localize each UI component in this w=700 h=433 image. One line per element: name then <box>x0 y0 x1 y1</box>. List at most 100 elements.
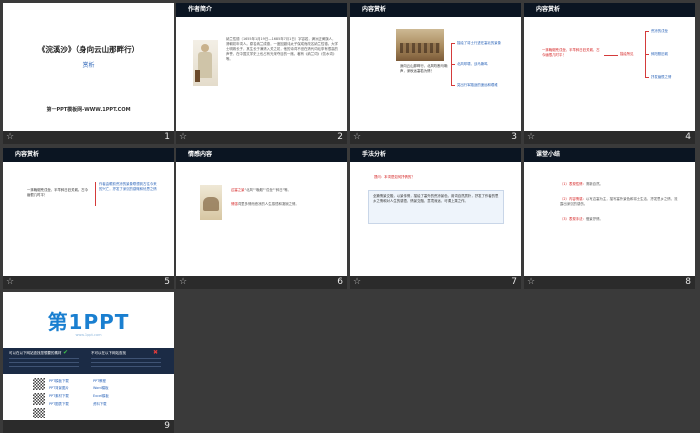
resource-link[interactable]: Word模板 <box>93 386 133 391</box>
slide-number: 4 <box>685 132 691 142</box>
connector-bracket <box>95 182 96 206</box>
slide-number: 5 <box>164 277 170 287</box>
summary-text: 借景抒情。 <box>585 217 603 221</box>
slide-header: 手法分析 <box>362 151 387 158</box>
slide-footer: ☆ 4 <box>524 131 695 144</box>
slide-header-bar: 内容赏析 <box>350 3 521 17</box>
summary-text: 清新自然。 <box>585 182 603 186</box>
slide-preview: 内容赏析 一抹晚烟荒戍垒，半竿斜日旧关城，古今幽恨几时平！ 描绘所见 荒凉的戍垒… <box>524 3 695 131</box>
slide-thumbnail-5[interactable]: 内容赏析 一抹晚烟荒戍垒，半竿斜日旧关城。古今幽恨几时平！ 作者由眼前荒凉的景象… <box>3 148 174 289</box>
qr-code <box>33 393 45 405</box>
slide-number: 2 <box>337 132 343 142</box>
slide-header-bar: 内容赏析 <box>3 148 174 162</box>
connector-line <box>645 31 649 32</box>
connector-line <box>451 43 455 44</box>
slide-thumbnail-8[interactable]: 课堂小结 （1）表现性情：清新自然。 （2）内容情感：以写边塞为主，描写塞外景色… <box>524 148 695 289</box>
poem-caption: 身向云山那畔行，北风吹断马嘶声，深秋远塞若为情！ <box>400 64 448 73</box>
slide-footer: ☆ 7 <box>350 276 521 289</box>
battle-painting-image <box>396 29 444 61</box>
star-icon[interactable]: ☆ <box>527 277 535 288</box>
slide-preview: 情感内容 边塞之景"北风""晚烟""戍垒""斜日"等。 情感词里多情而悲凉的人生… <box>176 148 347 276</box>
analysis-item: 描绘了将士行进在塞北的景象 <box>457 41 502 45</box>
summary-item: （1）表现性情：清新自然。 <box>560 182 680 187</box>
author-bio: 纳兰性德（1655年1月19日—1685年7月1日）字容若，满洲正黄旗人，清朝初… <box>226 37 338 61</box>
group-label: 描绘所见 <box>620 52 634 56</box>
analysis-item: 北风呼啸，战马嘶鸣 <box>457 62 488 66</box>
emotion-line-1: 边塞之景"北风""晚烟""戍垒""斜日"等。 <box>231 188 341 193</box>
slide-header-bar: 课堂小结 <box>524 148 695 162</box>
slide-thumbnail-9[interactable]: 第1PPT www.1ppt.com 可以在以下网站查找您想要的素材 ✔ 不可以… <box>3 292 174 433</box>
analysis-item: 斜阳照旧城 <box>651 52 668 56</box>
emotion-line-2: 情感词里多情而悲凉的人生感悟和凄婉之情。 <box>231 202 341 207</box>
resource-link[interactable]: PPT背景图片 <box>49 386 89 391</box>
slide-title: 《浣溪沙》（身向云山那畔行） <box>37 45 140 54</box>
line-text: "北风""晚烟""戍垒""斜日"等。 <box>244 188 291 192</box>
analysis-text: 作者由眼前荒凉的景象联想到古往今来的兴亡，抒发了深沉的感慨和忧思之情 <box>99 182 157 191</box>
answer-box: 全篇情景交融，以景传情，描绘了塞外的荒凉景色，用词自然质朴，抒发了作者的思乡之情… <box>368 190 504 224</box>
slide-header: 课堂小结 <box>536 151 561 158</box>
qr-code <box>33 408 45 418</box>
check-icon: ✔ <box>63 349 69 356</box>
analysis-item: 荒凉的戍垒 <box>651 29 668 33</box>
slide-header-bar: 作者简介 <box>176 3 347 17</box>
slide-footer-text: 第一PPT模板网-WWW.1PPT.COM <box>46 107 131 113</box>
brand-logo: 第1PPT <box>3 306 174 335</box>
slide-thumbnail-7[interactable]: 手法分析 提问：本词是如何抒情的？ 全篇情景交融，以景传情，描绘了塞外的荒凉景色… <box>350 148 521 289</box>
slide-number: 7 <box>511 277 517 287</box>
summary-label: （1）表现性情： <box>560 182 586 186</box>
info-lines <box>9 358 79 370</box>
slide-footer: ☆ 5 <box>3 276 174 289</box>
portrait-image <box>193 40 218 86</box>
line-label: 边塞之景 <box>231 188 245 192</box>
slide-number: 9 <box>164 421 170 431</box>
resource-link[interactable]: Excel模板 <box>93 394 133 399</box>
slide-thumbnail-1[interactable]: 《浣溪沙》（身向云山那畔行） 赏析 第一PPT模板网-WWW.1PPT.COM … <box>3 3 174 144</box>
connector-line <box>645 54 649 55</box>
resource-link[interactable]: PPT模板下载 <box>49 379 89 384</box>
slide-preview: 第1PPT www.1ppt.com 可以在以下网站查找您想要的素材 ✔ 不可以… <box>3 292 174 420</box>
star-icon[interactable]: ☆ <box>353 277 361 288</box>
connector-line <box>451 85 455 86</box>
resource-link[interactable]: PPT素材下载 <box>49 394 89 399</box>
star-icon[interactable]: ☆ <box>527 132 535 143</box>
summary-item: （3）表现手法：借景抒情。 <box>560 217 680 222</box>
slide-preview: 《浣溪沙》（身向云山那畔行） 赏析 第一PPT模板网-WWW.1PPT.COM <box>3 3 174 131</box>
logo-text: 第1PPT <box>47 310 130 334</box>
star-icon[interactable]: ☆ <box>179 132 187 143</box>
info-right-title: 不可以在以下网站查找 <box>91 351 126 355</box>
star-icon[interactable]: ☆ <box>6 132 14 143</box>
poem-text: 一抹晚烟荒戍垒，半竿斜日旧关城。古今幽恨几时平！ <box>27 188 89 197</box>
slide-footer: ☆ 1 <box>3 131 174 144</box>
answer-text: 全篇情景交融，以景传情，描绘了塞外的荒凉景色，用词自然质朴，抒发了作者的思乡之情… <box>373 194 499 203</box>
star-icon[interactable]: ☆ <box>353 132 361 143</box>
summary-item: （2）内容情感：以写边塞为主，描写塞外景色和将士生活，抒发思乡之情，流露出深沉的… <box>560 197 680 207</box>
slide-thumbnail-4[interactable]: 内容赏析 一抹晚烟荒戍垒，半竿斜日旧关城，古今幽恨几时平！ 描绘所见 荒凉的戍垒… <box>524 3 695 144</box>
slide-thumbnail-6[interactable]: 情感内容 边塞之景"北风""晚烟""戍垒""斜日"等。 情感词里多情而悲凉的人生… <box>176 148 347 289</box>
slide-header: 内容赏析 <box>15 151 40 158</box>
slide-number: 3 <box>511 132 517 142</box>
resource-link[interactable]: PPT图表下载 <box>49 402 89 407</box>
summary-label: （3）表现手法： <box>560 217 586 221</box>
cross-icon: ✖ <box>153 349 159 356</box>
slide-footer: ☆ 3 <box>350 131 521 144</box>
slide-header: 情感内容 <box>188 151 213 158</box>
slide-preview: 课堂小结 （1）表现性情：清新自然。 （2）内容情感：以写边塞为主，描写塞外景色… <box>524 148 695 276</box>
slide-subtitle: 赏析 <box>82 62 95 69</box>
connector-line <box>604 55 618 56</box>
analysis-item: 突出行军路途的遥远和艰难 <box>457 83 498 87</box>
star-icon[interactable]: ☆ <box>179 277 187 288</box>
slide-number: 8 <box>685 277 691 287</box>
summary-label: （2）内容情感： <box>560 197 586 201</box>
info-left-title: 可以在以下网站查找您想要的素材 <box>9 351 62 355</box>
slide-thumbnail-2[interactable]: 作者简介 纳兰性德（1655年1月19日—1685年7月1日）字容若，满洲正黄旗… <box>176 3 347 144</box>
resource-link[interactable]: 资料下载 <box>93 402 133 407</box>
slide-footer: 9 <box>3 420 174 433</box>
slide-header: 内容赏析 <box>536 6 561 13</box>
slide-thumbnail-3[interactable]: 内容赏析 身向云山那畔行，北风吹断马嘶声，深秋远塞若为情！ 描绘了将士行进在塞北… <box>350 3 521 144</box>
qr-code <box>33 378 45 390</box>
slide-footer: ☆ 2 <box>176 131 347 144</box>
connector-line <box>451 64 455 65</box>
star-icon[interactable]: ☆ <box>6 277 14 288</box>
resource-link[interactable]: PPT教程 <box>93 379 133 384</box>
poem-text: 一抹晚烟荒戍垒，半竿斜日旧关城，古今幽恨几时平！ <box>542 48 600 57</box>
